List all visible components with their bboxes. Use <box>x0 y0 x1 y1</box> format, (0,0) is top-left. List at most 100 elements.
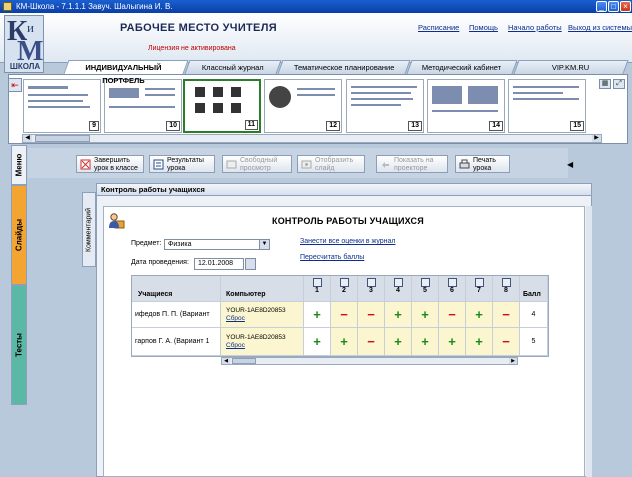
answer-mark[interactable]: − <box>358 328 385 356</box>
projector-button[interactable]: Показать на проекторе <box>376 155 448 173</box>
expand-icon[interactable]: ⤢ <box>613 79 625 89</box>
link-recalculate-scores[interactable]: Пересчитать баллы <box>300 254 364 261</box>
scroll-thumb[interactable] <box>232 358 256 364</box>
question-header[interactable]: 2 <box>331 276 358 302</box>
print-icon <box>459 159 470 169</box>
license-status: Лицензия не активирована <box>148 45 236 52</box>
chevron-down-icon[interactable]: ▼ <box>259 240 269 249</box>
scroll-thumb[interactable] <box>35 135 90 142</box>
student-name[interactable]: гарпов Г. А. (Вариант 1 <box>132 328 221 356</box>
slide-thumbnail-current[interactable]: 11 <box>183 79 261 133</box>
answer-mark[interactable]: + <box>466 328 493 356</box>
link-logout[interactable]: Выход из системы <box>568 23 632 32</box>
show-slide-button[interactable]: Отобразить слайд <box>297 155 365 173</box>
collapse-arrow-icon[interactable]: ◀ <box>567 160 573 169</box>
slide-thumbnail[interactable]: 12 <box>264 79 342 133</box>
content-scrollbar[interactable] <box>586 206 592 477</box>
answer-mark[interactable]: − <box>439 302 466 328</box>
link-getting-started[interactable]: Начало работы <box>508 23 562 32</box>
print-lesson-button[interactable]: Печать урока <box>455 155 510 173</box>
computer-cell: YOUR-1AE8D20853 Сброс <box>221 328 304 356</box>
answer-mark[interactable]: + <box>412 328 439 356</box>
score-value: 5 <box>520 328 548 356</box>
answer-mark[interactable]: + <box>304 328 331 356</box>
answer-mark[interactable]: + <box>331 328 358 356</box>
question-icon <box>366 278 376 287</box>
question-header[interactable]: 3 <box>358 276 385 302</box>
free-view-button[interactable]: Свободный просмотр <box>222 155 292 173</box>
column-header-students: Учащиеся <box>132 276 221 302</box>
finish-lesson-button[interactable]: Завершить урок в классе <box>76 155 144 173</box>
calendar-icon[interactable] <box>245 258 256 270</box>
question-header[interactable]: 4 <box>385 276 412 302</box>
scroll-left-icon[interactable]: ◀ <box>23 135 32 142</box>
tab-class-journal[interactable]: Классный журнал <box>184 60 282 74</box>
slide-thumbnail[interactable]: 15 <box>508 79 586 133</box>
answer-mark[interactable]: + <box>412 302 439 328</box>
scroll-left-icon[interactable]: ◀ <box>222 358 230 364</box>
answer-mark[interactable]: − <box>358 302 385 328</box>
date-label: Дата проведения: <box>131 259 189 266</box>
tab-methodical-room[interactable]: Методический кабинет <box>406 60 518 74</box>
question-icon <box>420 278 430 287</box>
answer-mark[interactable]: + <box>385 302 412 328</box>
reset-link[interactable]: Сброс <box>226 342 245 349</box>
side-tab-tests[interactable]: Тесты <box>11 285 27 405</box>
slide-number: 11 <box>244 120 258 130</box>
slide-number: 10 <box>166 121 180 131</box>
scroll-right-icon[interactable]: ▶ <box>592 135 601 142</box>
maximize-button[interactable]: □ <box>608 1 619 12</box>
answer-mark[interactable]: + <box>304 302 331 328</box>
link-help[interactable]: Помощь <box>469 23 498 32</box>
question-icon <box>393 278 403 287</box>
question-header[interactable]: 8 <box>493 276 520 302</box>
slide-strip-scrollbar[interactable]: ◀ ▶ <box>22 134 602 143</box>
scroll-right-icon[interactable]: ▶ <box>509 358 517 364</box>
answer-mark[interactable]: + <box>439 328 466 356</box>
panel-header: Контроль работы учащихся <box>96 183 592 196</box>
slide-number: 15 <box>570 121 584 131</box>
answer-mark[interactable]: − <box>493 328 520 356</box>
answer-mark[interactable]: + <box>466 302 493 328</box>
answer-mark[interactable]: + <box>385 328 412 356</box>
side-tab-menu[interactable]: Меню <box>11 145 27 185</box>
pin-icon[interactable]: ⇤ <box>8 78 22 92</box>
slide-thumbnail[interactable]: 9 <box>23 79 101 133</box>
question-header[interactable]: 5 <box>412 276 439 302</box>
column-header-computer: Компьютер <box>221 276 304 302</box>
question-header[interactable]: 7 <box>466 276 493 302</box>
app-title: РАБОЧЕЕ МЕСТО УЧИТЕЛЯ <box>120 22 277 34</box>
control-title: КОНТРОЛЬ РАБОТЫ УЧАЩИХСЯ <box>272 216 424 226</box>
minimize-button[interactable]: _ <box>596 1 607 12</box>
tab-thematic-planning[interactable]: Тематическое планирование <box>277 60 411 74</box>
subject-select[interactable]: Физика ▼ <box>164 239 270 250</box>
km-school-logo: К и М ШКОЛА <box>4 15 44 73</box>
app-icon <box>3 2 12 11</box>
question-header[interactable]: 6 <box>439 276 466 302</box>
finish-icon <box>80 159 91 170</box>
comment-tab[interactable]: Комментарий <box>82 192 96 267</box>
thumbnail-view-icon[interactable]: ▦ <box>599 79 611 89</box>
date-input[interactable]: 12.01.2008 <box>194 258 244 270</box>
reset-link[interactable]: Сброс <box>226 315 245 322</box>
app-header <box>0 13 632 63</box>
side-tab-slides[interactable]: Слайды <box>11 185 27 285</box>
grid-scrollbar[interactable]: ◀ ▶ <box>221 357 518 365</box>
answer-mark[interactable]: − <box>493 302 520 328</box>
slide-thumbnail[interactable]: 14 <box>427 79 505 133</box>
slide-thumbnail[interactable]: 13 <box>346 79 424 133</box>
tab-vip[interactable]: VIP.KM.RU <box>513 60 629 74</box>
question-icon <box>312 278 322 287</box>
student-name[interactable]: ифедов П. П. (Вариант <box>132 302 221 328</box>
lesson-results-button[interactable]: Результаты урока <box>149 155 215 173</box>
tab-portfolio[interactable]: ИНДИВИДУАЛЬНЫЙ ПОРТФЕЛЬ <box>63 60 189 85</box>
slide-thumbnail[interactable]: 10 <box>104 79 182 133</box>
answer-mark[interactable]: − <box>331 302 358 328</box>
close-button[interactable]: × <box>620 1 631 12</box>
link-schedule[interactable]: Расписание <box>418 23 459 32</box>
link-save-all-grades[interactable]: Занести все оценки в журнал <box>300 238 396 245</box>
question-header[interactable]: 1 <box>304 276 331 302</box>
slide-number: 9 <box>89 121 99 131</box>
free-view-icon <box>226 160 237 169</box>
slide-number: 13 <box>408 121 422 131</box>
